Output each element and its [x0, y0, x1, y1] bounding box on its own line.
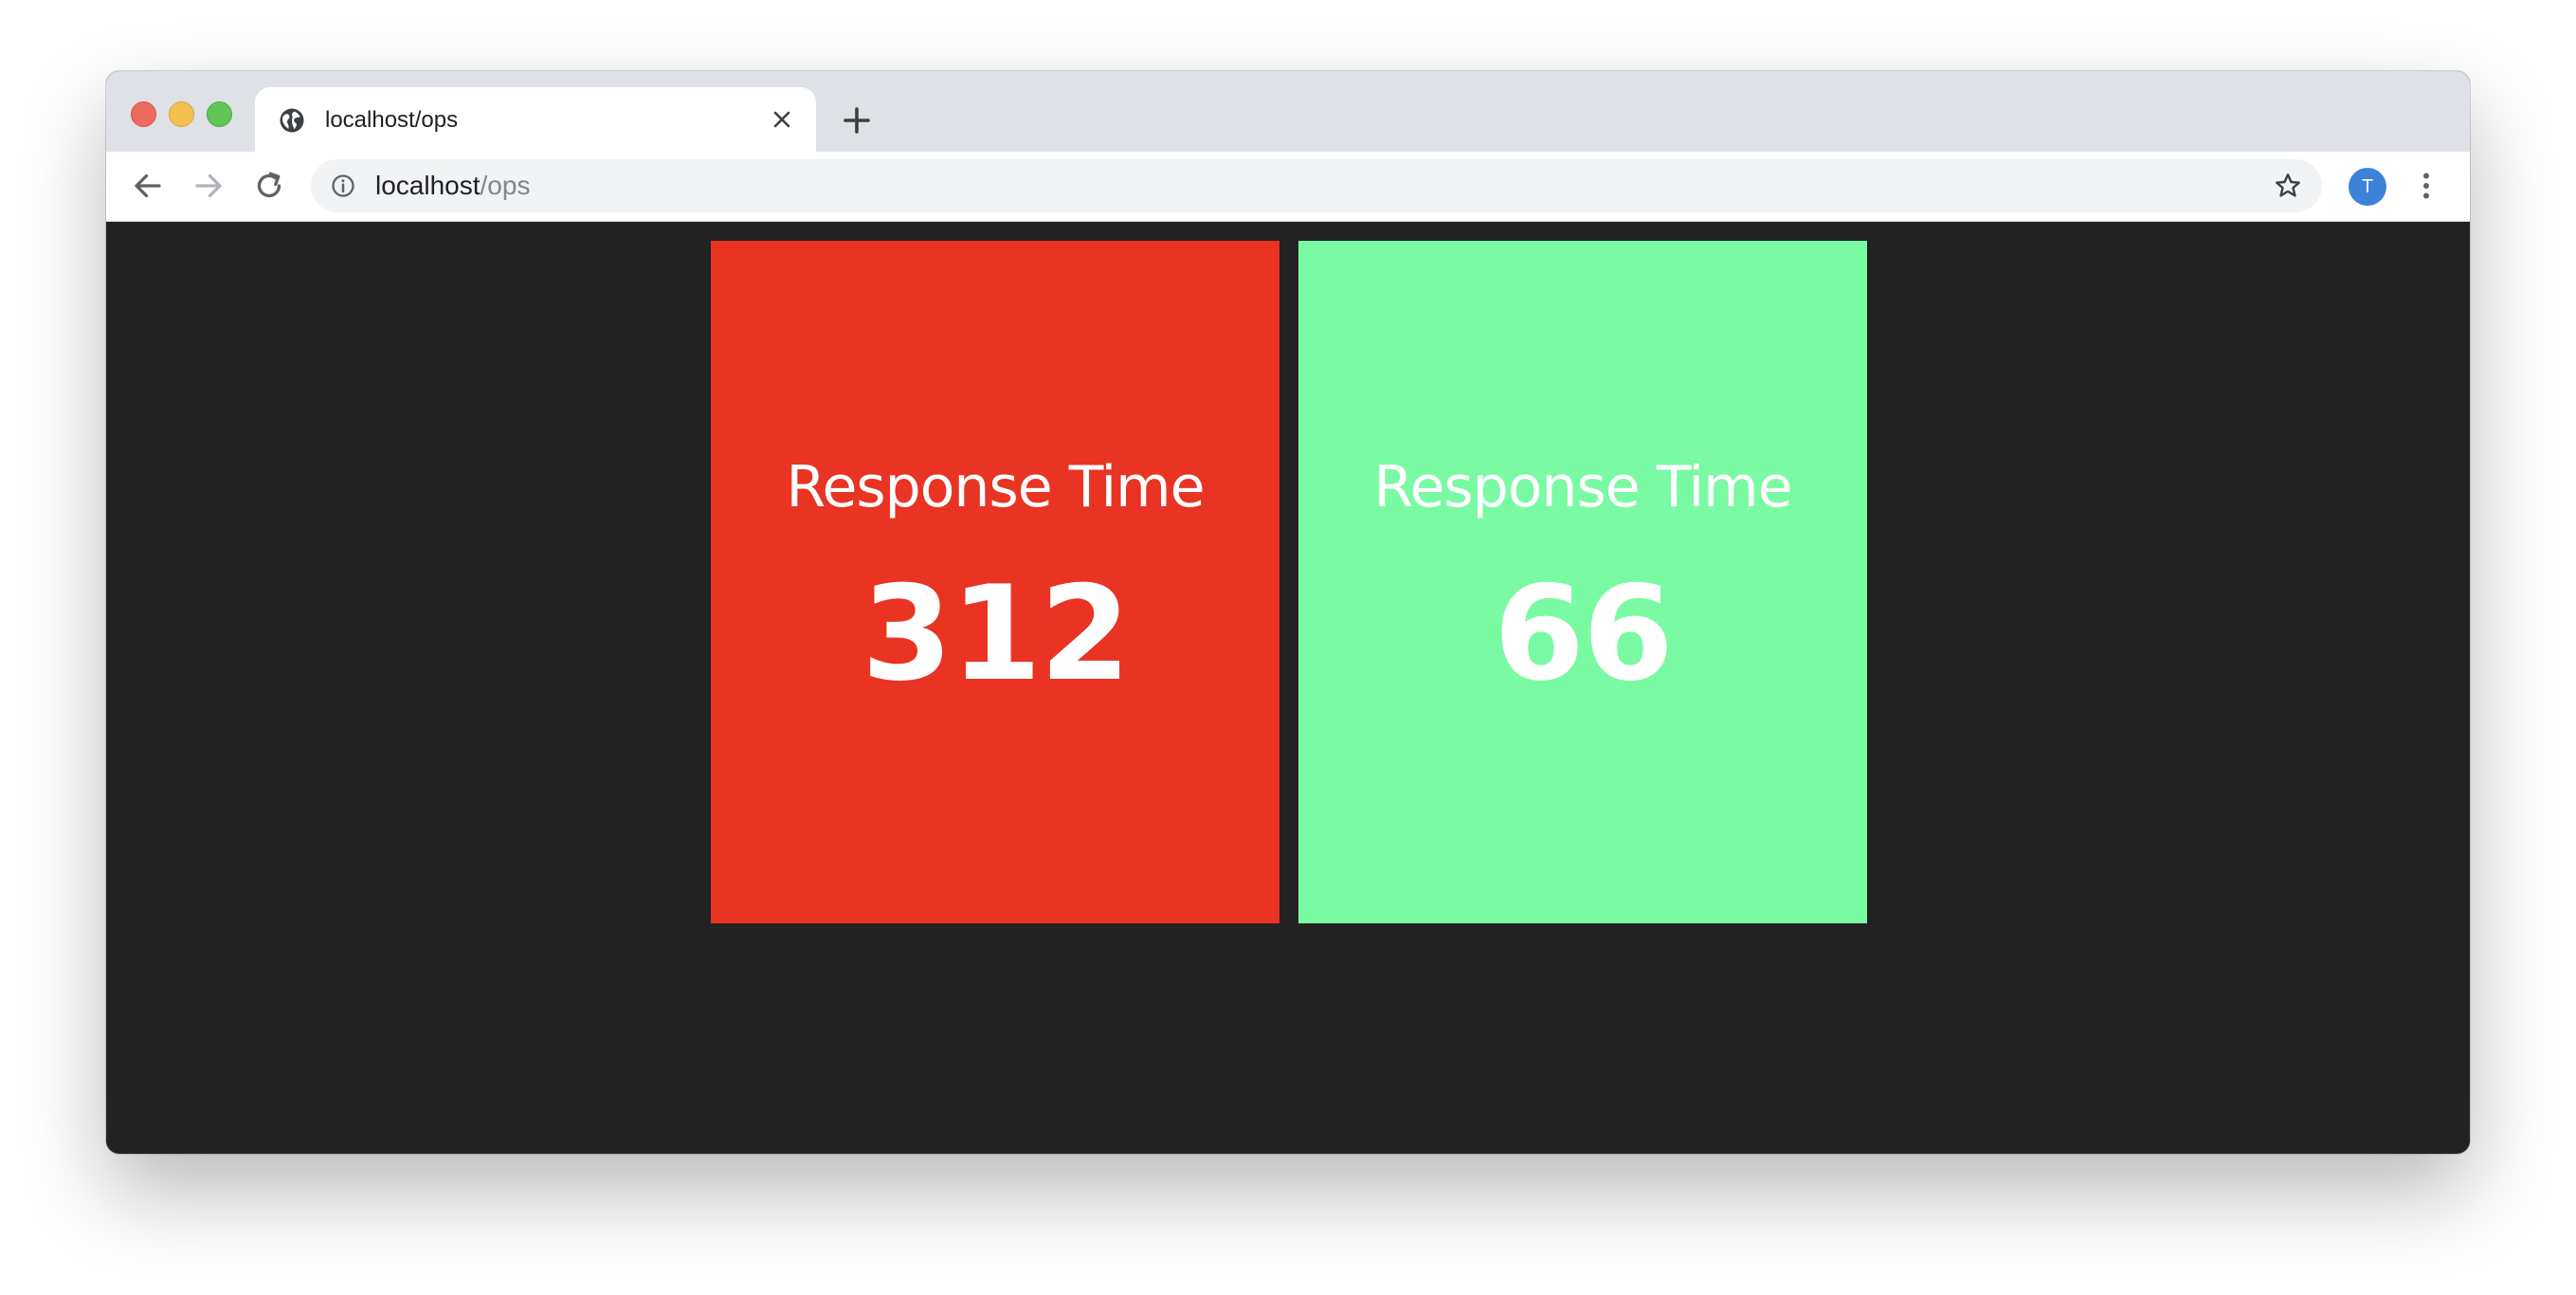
- desktop-background: localhost/ops localhost/ops T Response T…: [0, 0, 2576, 1295]
- tile-value: 66: [1493, 557, 1674, 710]
- url-text[interactable]: localhost/ops: [375, 171, 530, 201]
- arrow-right-icon[interactable]: [191, 169, 226, 203]
- globe-icon: [280, 108, 304, 133]
- page-content: Response Time 312 Response Time 66: [106, 222, 2470, 1154]
- close-icon[interactable]: [769, 106, 795, 133]
- arrow-left-icon[interactable]: [131, 169, 165, 203]
- tile-label: Response Time: [786, 454, 1205, 520]
- plus-icon[interactable]: [840, 103, 874, 137]
- response-time-tile: Response Time 66: [1298, 241, 1867, 923]
- tile-value: 312: [861, 557, 1131, 710]
- browser-window: localhost/ops localhost/ops T Response T…: [106, 71, 2470, 1154]
- url-host: localhost: [375, 171, 481, 200]
- tile-label: Response Time: [1373, 454, 1792, 520]
- more-vertical-icon[interactable]: [2409, 169, 2443, 203]
- tab-strip: localhost/ops: [106, 71, 2470, 152]
- address-bar[interactable]: localhost/ops: [311, 159, 2322, 212]
- url-path: /ops: [480, 171, 531, 200]
- tab-active[interactable]: localhost/ops: [255, 87, 816, 152]
- browser-toolbar: localhost/ops T: [106, 152, 2470, 222]
- maximize-window-button[interactable]: [207, 101, 232, 127]
- response-time-tile: Response Time 312: [711, 241, 1279, 923]
- info-icon[interactable]: [330, 173, 356, 199]
- avatar[interactable]: T: [2349, 168, 2386, 206]
- reload-icon[interactable]: [252, 169, 286, 203]
- tab-title: localhost/ops: [325, 107, 459, 133]
- minimize-window-button[interactable]: [169, 101, 194, 127]
- star-icon[interactable]: [2273, 171, 2303, 201]
- close-window-button[interactable]: [131, 101, 156, 127]
